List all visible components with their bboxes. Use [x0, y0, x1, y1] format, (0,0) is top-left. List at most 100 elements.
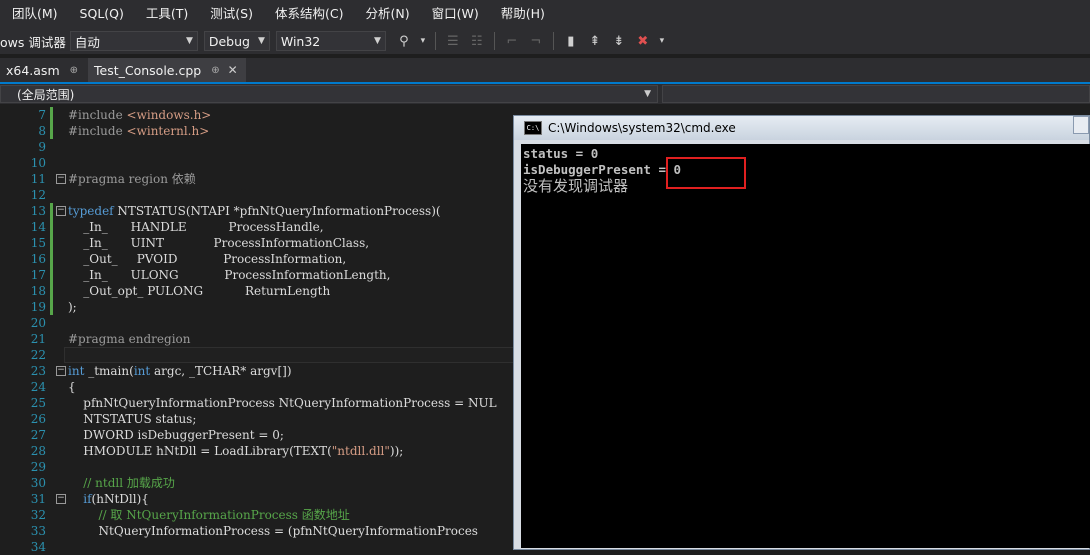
- code-text: // ntdll 加载成功: [68, 476, 175, 490]
- line-number: 10: [30, 156, 46, 170]
- line-number: 18: [30, 284, 46, 298]
- line-number: 30: [30, 476, 46, 490]
- code-text: DWORD isDebuggerPresent = 0;: [68, 428, 284, 442]
- change-indicator: [50, 251, 53, 267]
- code-text: #pragma endregion: [68, 332, 191, 346]
- collapse-icon[interactable]: −: [56, 174, 66, 184]
- minimize-button[interactable]: [1073, 116, 1089, 134]
- pin-icon[interactable]: ⊕: [211, 65, 219, 76]
- navigation-bar: (全局范围) ▼: [0, 84, 1090, 104]
- chevron-down-icon: ▼: [373, 36, 381, 46]
- prev-bookmark-icon[interactable]: ⇞: [586, 32, 604, 50]
- solution-config-value: 自动: [74, 34, 100, 50]
- bookmark-icon[interactable]: ▮: [562, 32, 580, 50]
- scope-combo[interactable]: (全局范围) ▼: [0, 85, 658, 103]
- build-config-value: Debug: [208, 33, 250, 49]
- code-text: HMODULE hNtDll = LoadLibrary(TEXT("ntdll…: [68, 444, 404, 458]
- change-indicator: [50, 267, 53, 283]
- line-number: 27: [30, 428, 46, 442]
- annotation-box: [666, 157, 746, 189]
- change-indicator: [50, 283, 53, 299]
- menu-item[interactable]: SQL(Q): [68, 0, 134, 28]
- collapse-icon[interactable]: −: [56, 366, 66, 376]
- chevron-down-icon: ▼: [257, 36, 265, 46]
- console-title: C:\Windows\system32\cmd.exe: [548, 121, 736, 135]
- comment-icon[interactable]: ⌐: [503, 32, 521, 50]
- line-number: 19: [30, 300, 46, 314]
- line-number: 34: [30, 540, 46, 554]
- line-number: 31: [30, 492, 46, 506]
- toolbar-separator: [552, 32, 554, 50]
- tab-label: x64.asm: [6, 62, 60, 78]
- document-tab-bar: x64.asm ⊕ Test_Console.cpp ⊕ ✕: [0, 58, 1090, 84]
- line-number: 22: [30, 348, 46, 362]
- outdent-icon[interactable]: ☷: [468, 32, 486, 50]
- code-text: );: [68, 300, 77, 314]
- line-number: 14: [30, 220, 46, 234]
- member-combo[interactable]: [662, 85, 1090, 103]
- console-line: isDebuggerPresent = 0: [523, 162, 682, 177]
- line-number: 25: [30, 396, 46, 410]
- next-bookmark-icon[interactable]: ⇟: [610, 32, 628, 50]
- tab-test-console-cpp[interactable]: Test_Console.cpp ⊕ ✕: [88, 58, 246, 82]
- menu-item[interactable]: 体系结构(C): [263, 0, 353, 28]
- close-icon[interactable]: ✕: [228, 63, 238, 77]
- menu-item[interactable]: 工具(T): [134, 0, 198, 28]
- collapse-icon[interactable]: −: [56, 494, 66, 504]
- console-icon: C:\: [524, 121, 542, 135]
- platform-value: Win32: [280, 33, 321, 49]
- code-text: typedef NTSTATUS(NTAPI *pfnNtQueryInform…: [68, 204, 441, 218]
- line-number: 26: [30, 412, 46, 426]
- code-text: // 取 NtQueryInformationProcess 函数地址: [68, 508, 350, 522]
- line-number: 8: [38, 124, 46, 138]
- code-text: pfnNtQueryInformationProcess NtQueryInfo…: [68, 396, 497, 410]
- console-title-bar[interactable]: C:\ C:\Windows\system32\cmd.exe: [514, 116, 1089, 140]
- build-config-combo[interactable]: Debug ▼: [203, 31, 270, 51]
- platform-combo[interactable]: Win32 ▼: [275, 31, 386, 51]
- line-number: 28: [30, 444, 46, 458]
- chevron-down-icon: ▼: [185, 36, 193, 46]
- line-number: 16: [30, 252, 46, 266]
- toolbar-separator: [493, 32, 495, 50]
- line-number: 24: [30, 380, 46, 394]
- find-in-files-icon[interactable]: ⚲: [395, 32, 413, 50]
- collapse-icon[interactable]: −: [56, 206, 66, 216]
- indent-icon[interactable]: ☰: [444, 32, 462, 50]
- change-indicator: [50, 203, 53, 219]
- line-number: 20: [30, 316, 46, 330]
- pin-icon[interactable]: ⊕: [70, 65, 78, 76]
- code-text: int _tmain(int argc, _TCHAR* argv[]): [68, 364, 292, 378]
- code-text: #include <windows.h>: [68, 108, 212, 122]
- toolbar-separator: [434, 32, 436, 50]
- chevron-down-icon[interactable]: ▾: [419, 32, 427, 50]
- menu-item[interactable]: 帮助(H): [489, 0, 555, 28]
- console-window[interactable]: C:\ C:\Windows\system32\cmd.exe status =…: [513, 115, 1090, 550]
- code-text: _In_ HANDLE ProcessHandle,: [68, 220, 324, 234]
- debugger-label[interactable]: ows 调试器: [0, 32, 66, 51]
- clear-bookmarks-icon[interactable]: ✖: [634, 32, 652, 50]
- menu-item[interactable]: 测试(S): [198, 0, 263, 28]
- change-indicator: [50, 235, 53, 251]
- solution-config-combo[interactable]: 自动 ▼: [69, 31, 198, 51]
- tab-x64-asm[interactable]: x64.asm ⊕: [0, 58, 82, 82]
- uncomment-icon[interactable]: ¬: [527, 32, 545, 50]
- line-number: 23: [30, 364, 46, 378]
- line-number: 21: [30, 332, 46, 346]
- code-text: _In_ UINT ProcessInformationClass,: [68, 236, 370, 250]
- line-number: 32: [30, 508, 46, 522]
- line-number: 15: [30, 236, 46, 250]
- chevron-down-icon[interactable]: ▾: [658, 32, 666, 50]
- code-text: NTSTATUS status;: [68, 412, 197, 426]
- menu-bar: 团队(M) SQL(Q) 工具(T) 测试(S) 体系结构(C) 分析(N) 窗口(W) 帮助…: [0, 0, 1090, 28]
- tab-label: Test_Console.cpp: [94, 62, 202, 78]
- code-text: if(hNtDll){: [83, 492, 149, 506]
- menu-item[interactable]: 窗口(W): [420, 0, 489, 28]
- code-text: #pragma region 依赖: [68, 172, 196, 186]
- menu-item[interactable]: 团队(M): [0, 0, 68, 28]
- menu-item[interactable]: 分析(N): [353, 0, 419, 28]
- code-text: _In_ ULONG ProcessInformationLength,: [68, 268, 391, 282]
- code-text: NtQueryInformationProcess = (pfnNtQueryI…: [68, 524, 478, 538]
- console-output: status = 0 isDebuggerPresent = 0 没有发现调试器: [521, 144, 1090, 548]
- code-text: _Out_ PVOID ProcessInformation,: [68, 252, 347, 266]
- change-indicator: [50, 299, 53, 315]
